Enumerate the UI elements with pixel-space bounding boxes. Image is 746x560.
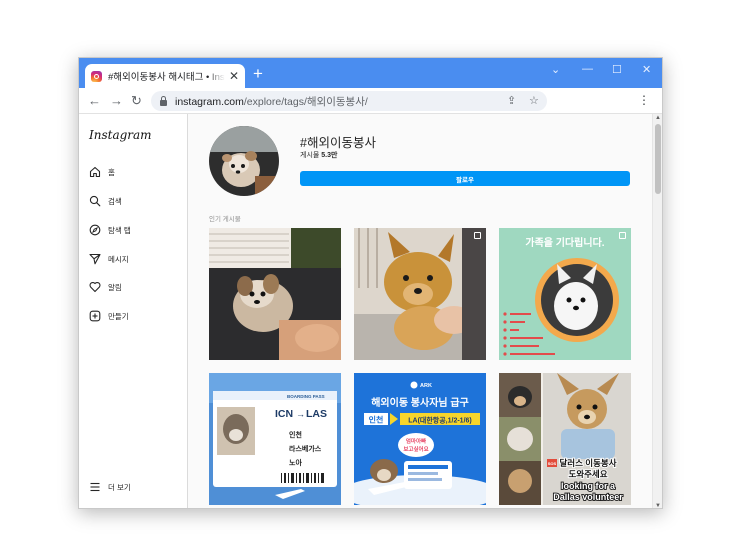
home-icon (89, 166, 101, 178)
follow-button[interactable]: 팔로우 (300, 171, 630, 186)
url-host: instagram.com (175, 95, 244, 108)
poster-title: 해외이동 봉사자님 급구 (371, 396, 469, 409)
instagram-page: Instagram 홈 검색 탐색 탭 메시지 알림 만들기 더 보기 #해외이… (79, 114, 662, 508)
scroll-up-arrow[interactable]: ▲ (655, 115, 661, 121)
dog-photo (209, 126, 279, 196)
scroll-thumb[interactable] (655, 124, 661, 194)
reload-button[interactable]: ↻ (131, 93, 142, 109)
ark-brand: ARK (420, 383, 432, 389)
sidebar-item-notifications[interactable]: 알림 (89, 281, 122, 293)
minimize-button[interactable]: — (582, 63, 593, 75)
address-bar[interactable]: instagram.com/explore/tags/해외이동봉사/ ⇪ ☆ (151, 91, 547, 111)
dallas-line-1: 달러스 이동봉사 (559, 458, 616, 468)
post-tile-2[interactable] (354, 228, 486, 360)
boarding-pass-graphic: BOARDING PASS ICN → LAS 인천 라스베가스 노아 (209, 373, 341, 505)
browser-window: #해외이동봉사 해시태그 • Instagram ✕ + ⌄ — ☐ ✕ ← →… (78, 57, 663, 509)
dog-collage-graphic: SOS 달러스 이동봉사 도와주세요 looking for a Dallas … (499, 373, 631, 505)
close-window-button[interactable]: ✕ (642, 63, 651, 76)
dog-name: 노아 (289, 458, 302, 467)
sidebar-item-label: 만들기 (108, 311, 129, 321)
destination-city: 라스베가스 (289, 444, 322, 453)
back-button[interactable]: ← (88, 93, 101, 109)
route-to: LAS (306, 408, 327, 420)
bookmark-star-icon[interactable]: ☆ (529, 94, 539, 107)
posts-label: 게시물 (300, 152, 320, 159)
route-arrow: → (296, 409, 305, 419)
post-tile-3[interactable]: 가족을 기다립니다. (499, 228, 631, 360)
top-posts-label: 인기 게시물 (209, 216, 241, 223)
heart-icon (89, 281, 101, 293)
hashtag-avatar (209, 126, 279, 196)
adoption-card-graphic: 가족을 기다립니다. (499, 228, 631, 360)
boarding-pass-header: BOARDING PASS (287, 394, 325, 399)
dallas-line-3: looking for a (561, 481, 616, 491)
dallas-line-4: Dallas volunteer (553, 492, 623, 502)
forward-button[interactable]: → (110, 93, 123, 109)
plus-square-icon (89, 310, 101, 322)
hamburger-icon (90, 482, 100, 492)
lock-icon (160, 95, 167, 106)
tile3-title: 가족을 기다립니다. (525, 236, 604, 249)
browser-tab[interactable]: #해외이동봉사 해시태그 • Instagram ✕ (85, 64, 245, 88)
speech-bubble-line-2: 보고싶어요 (403, 445, 428, 453)
share-icon[interactable]: ⇪ (507, 94, 516, 107)
post-tile-4[interactable]: BOARDING PASS ICN → LAS 인천 라스베가스 노아 (209, 373, 341, 505)
sidebar-item-more[interactable]: 더 보기 (89, 481, 131, 493)
posts-number: 5.3만 (321, 152, 338, 159)
sidebar-item-label: 홈 (108, 167, 115, 177)
url-text: instagram.com/explore/tags/해외이동봉사/ (175, 94, 368, 109)
post-tile-5[interactable]: ARK 해외이동 봉사자님 급구 인천 LA(대한항공,1/2-1/6) 엄마아… (354, 373, 486, 505)
sidebar-item-create[interactable]: 만들기 (89, 310, 129, 322)
tab-title: #해외이동봉사 해시태그 • Instagram (108, 72, 225, 83)
multi-image-icon (474, 232, 481, 239)
post-tile-1[interactable] (209, 228, 341, 360)
route-destination: LA(대한항공,1/2-1/6) (408, 416, 472, 425)
multi-image-icon (619, 232, 626, 239)
title-bar: #해외이동봉사 해시태그 • Instagram ✕ + ⌄ — ☐ ✕ (79, 58, 662, 88)
dallas-line-2: 도와주세요 (568, 469, 607, 479)
search-icon (89, 195, 101, 207)
dog-photo (354, 228, 486, 360)
sidebar-item-label: 탐색 탭 (108, 225, 131, 235)
page-scrollbar[interactable]: ▲ ▼ (652, 114, 662, 508)
close-tab-icon[interactable]: ✕ (229, 70, 239, 82)
dog-photo (209, 228, 341, 360)
sidebar-item-label: 메시지 (108, 254, 129, 264)
instagram-favicon-icon (91, 70, 102, 82)
new-tab-button[interactable]: + (253, 64, 263, 84)
maximize-button[interactable]: ☐ (612, 63, 622, 76)
post-tile-6[interactable]: SOS 달러스 이동봉사 도와주세요 looking for a Dallas … (499, 373, 631, 505)
post-count: 게시물 5.3만 (300, 150, 337, 160)
sidebar-item-label: 알림 (108, 282, 122, 292)
speech-bubble-line-1: 엄마아빠 (406, 437, 426, 445)
sidebar-item-label: 더 보기 (108, 482, 131, 492)
sidebar-item-label: 검색 (108, 196, 122, 206)
sidebar-item-explore[interactable]: 탐색 탭 (89, 224, 131, 236)
sidebar-item-search[interactable]: 검색 (89, 195, 122, 207)
hashtag-title: #해외이동봉사 (300, 136, 376, 150)
main-content: #해외이동봉사 게시물 5.3만 팔로우 인기 게시물 가족을 기다립니다. B… (189, 114, 653, 508)
browser-menu-icon[interactable]: ⋮ (638, 93, 650, 107)
route-origin: 인천 (369, 415, 384, 425)
route-from: ICN (275, 408, 293, 420)
instagram-logo[interactable]: Instagram (89, 128, 152, 142)
sos-badge: SOS (548, 461, 557, 466)
volunteer-poster-graphic: ARK 해외이동 봉사자님 급구 인천 LA(대한항공,1/2-1/6) 엄마아… (354, 373, 486, 505)
send-icon (89, 253, 101, 265)
origin-city: 인천 (289, 430, 302, 439)
sidebar-item-messages[interactable]: 메시지 (89, 253, 129, 265)
sidebar-item-home[interactable]: 홈 (89, 166, 115, 178)
browser-toolbar: ← → ↻ instagram.com/explore/tags/해외이동봉사/… (79, 88, 662, 114)
tab-search-icon[interactable]: ⌄ (551, 63, 560, 76)
url-path: /explore/tags/해외이동봉사/ (243, 95, 368, 108)
scroll-down-arrow[interactable]: ▼ (655, 503, 661, 508)
compass-icon (89, 224, 101, 236)
sidebar: Instagram 홈 검색 탐색 탭 메시지 알림 만들기 더 보기 (79, 114, 188, 508)
